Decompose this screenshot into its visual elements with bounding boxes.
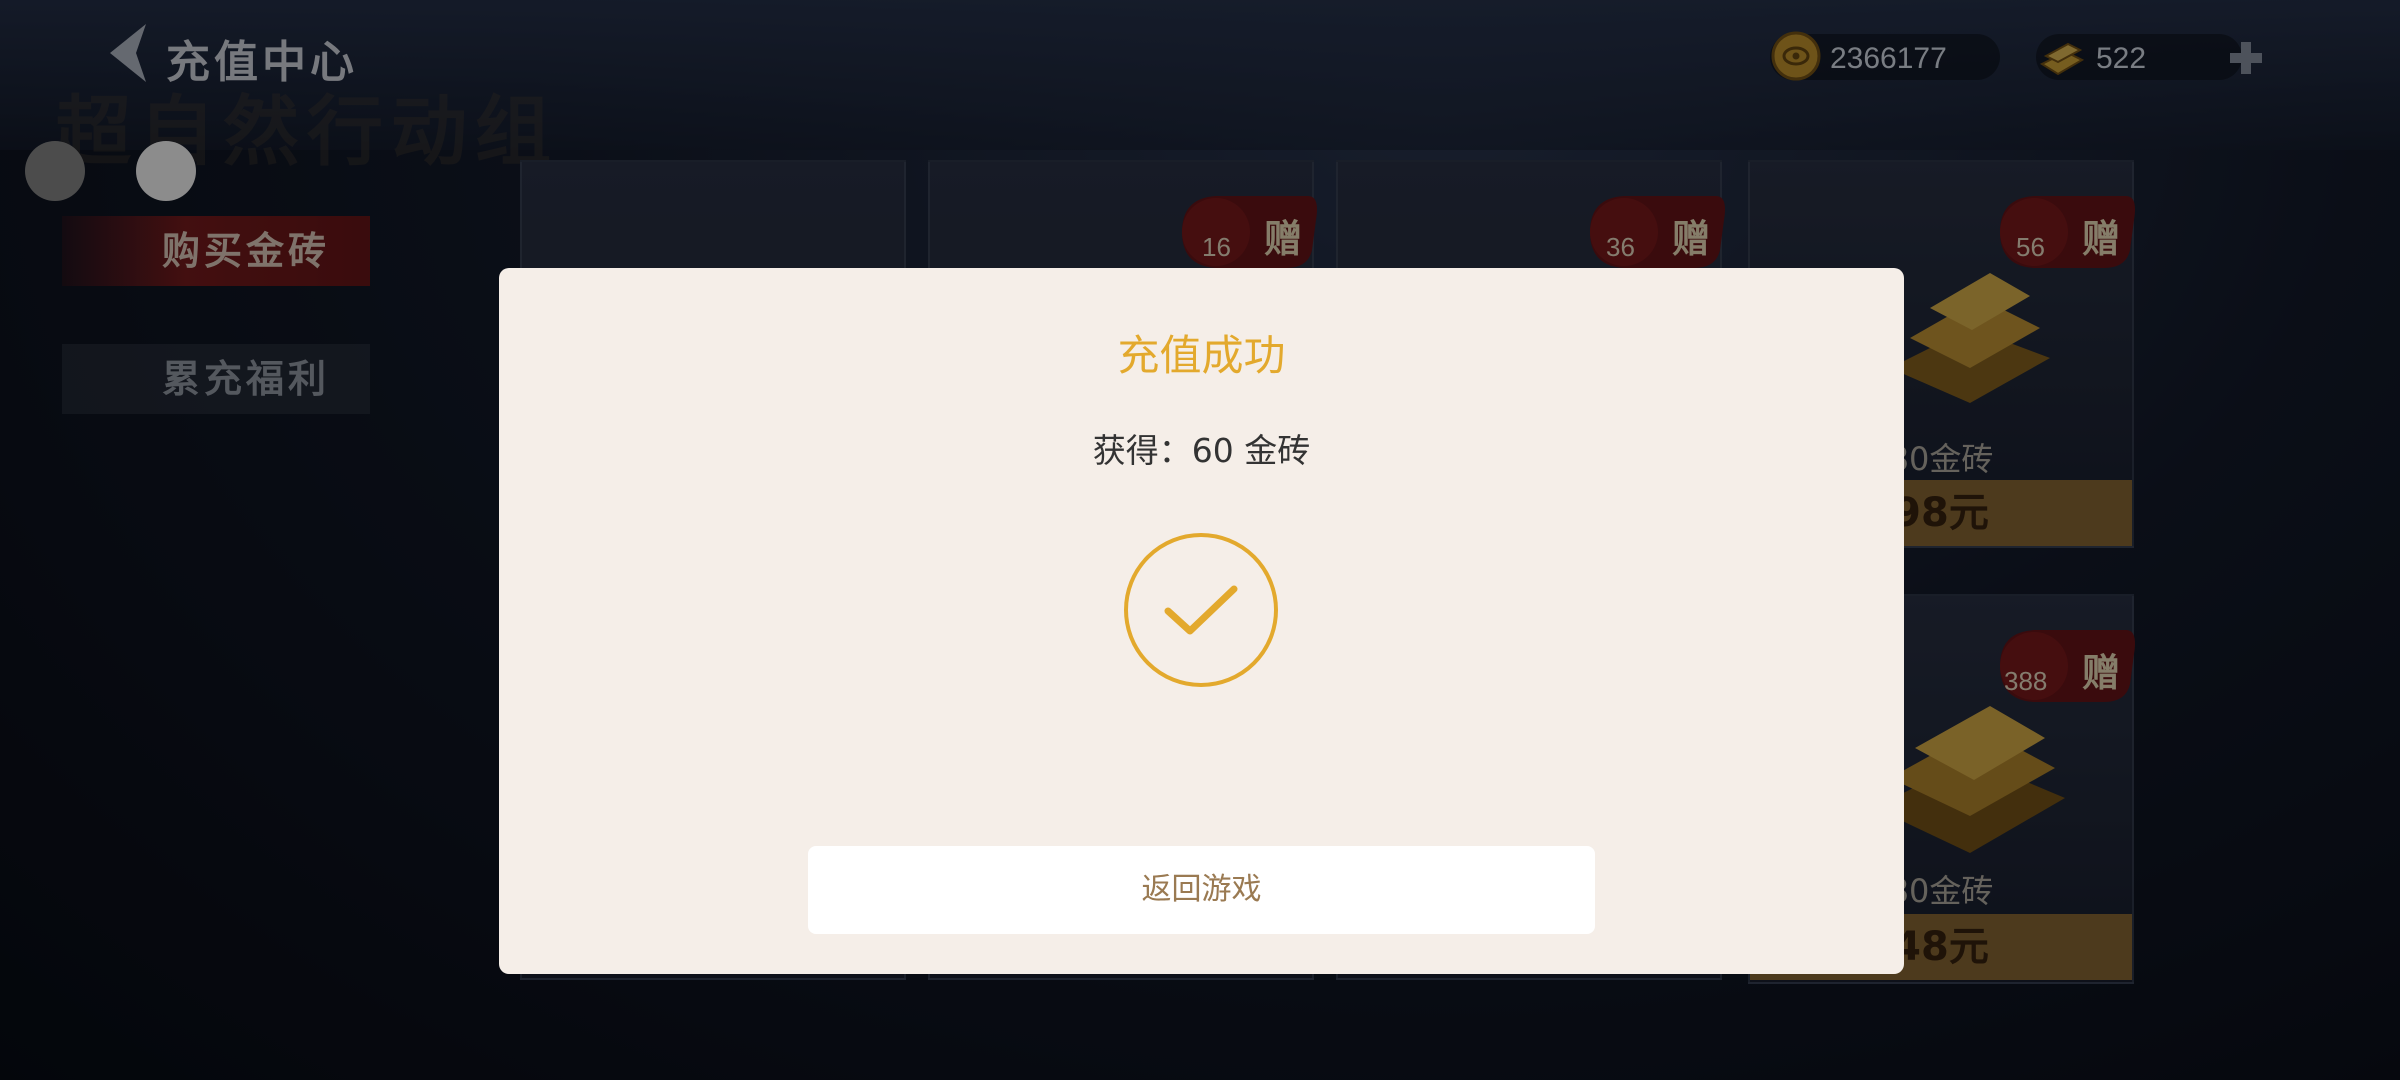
dialog-title: 充值成功 xyxy=(1117,331,1286,380)
recharge-success-dialog: 充值成功 获得：60 金砖 返回游戏 xyxy=(499,268,1904,974)
reward-text: 获得：60 金砖 xyxy=(1092,431,1311,470)
return-to-game-button[interactable]: 返回游戏 xyxy=(808,846,1595,934)
check-circle-icon xyxy=(1122,531,1280,689)
